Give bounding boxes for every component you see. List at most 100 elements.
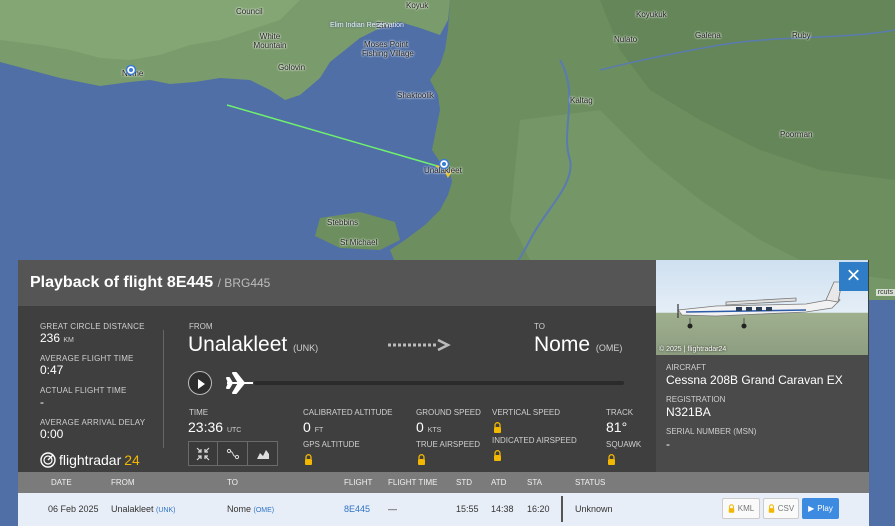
close-button[interactable]: × — [839, 262, 868, 291]
place-label: Nulato — [614, 35, 638, 44]
lock-icon — [728, 504, 734, 513]
route-arrow-icon — [388, 338, 451, 352]
avg-flight-time-value: 0:47 — [40, 363, 64, 377]
close-icon: × — [846, 262, 861, 289]
aircraft-label: AIRCRAFT — [666, 363, 706, 372]
avg-arrival-delay-value: 0:00 — [40, 427, 64, 441]
view-button-compress[interactable] — [188, 441, 218, 466]
time-value: 23:36 UTC — [188, 419, 241, 435]
col-from: FROM — [111, 478, 135, 487]
aircraft-info: AIRCRAFT Cessna 208B Grand Caravan EX RE… — [656, 355, 868, 472]
col-sta: STA — [527, 478, 542, 487]
csv-label: CSV — [777, 504, 795, 513]
place-label: Stebbins — [327, 218, 359, 227]
table-row[interactable]: 06 Feb 2025 Unalakleet (UNK) Nome (OME) … — [18, 493, 869, 526]
row-from[interactable]: Unalakleet (UNK) — [111, 504, 176, 514]
calibrated-altitude-number: 0 — [303, 419, 311, 435]
place-label: Shaktoolik — [397, 91, 434, 100]
logo-number: 24 — [124, 452, 140, 468]
flight-title: Playback of flight 8E445 — [30, 274, 214, 291]
row-from-city: Unalakleet — [111, 504, 154, 514]
ground-speed-label: GROUND SPEED — [416, 408, 481, 417]
ground-speed-number: 0 — [416, 419, 424, 435]
place-label: White Mountain — [253, 32, 287, 50]
place-label: Poorman — [780, 130, 813, 139]
row-std: 15:55 — [456, 504, 479, 514]
to-airport[interactable]: Nome (OME) — [534, 333, 622, 357]
row-atd: 14:38 — [491, 504, 514, 514]
col-atd: ATD — [491, 478, 507, 487]
col-date: DATE — [51, 478, 72, 487]
play-button[interactable] — [188, 371, 212, 395]
from-code: (UNK) — [293, 343, 319, 353]
view-toggle-group — [188, 441, 280, 466]
avg-flight-time-label: AVERAGE FLIGHT TIME — [40, 354, 134, 363]
vertical-speed-label: VERTICAL SPEED — [492, 408, 561, 417]
playback-timeline[interactable] — [254, 381, 624, 385]
place-label: Fishing Village — [362, 49, 414, 58]
great-circle-number: 236 — [40, 331, 61, 345]
aircraft-photo[interactable]: © 2025 | flightradar24 — [656, 260, 868, 355]
kml-button[interactable]: KML — [722, 498, 760, 519]
airport-pin-icon[interactable] — [438, 158, 450, 170]
page-title: Playback of flight 8E445 / BRG445 — [30, 274, 270, 292]
radar-icon — [40, 452, 56, 468]
compress-icon — [196, 447, 210, 460]
lock-icon — [494, 422, 501, 433]
csv-button[interactable]: CSV — [763, 498, 799, 519]
gps-altitude-label: GPS ALTITUDE — [303, 440, 360, 449]
row-to-city: Nome — [227, 504, 252, 514]
kml-label: KML — [737, 504, 755, 513]
track-label: TRACK — [606, 408, 634, 417]
status-indicator — [561, 496, 563, 522]
map-attribution[interactable]: rcuts — [875, 289, 895, 296]
track-value: 81° — [606, 419, 628, 435]
from-label: FROM — [189, 322, 213, 331]
ground-speed-unit: KTS — [427, 427, 442, 434]
col-flight-time: FLIGHT TIME — [388, 478, 438, 487]
great-circle-label: GREAT CIRCLE DISTANCE — [40, 322, 145, 331]
place-label: St Michael — [340, 238, 378, 247]
flight-map[interactable]: Koyuk Koyukuk Council Elim Elim Indian R… — [0, 0, 895, 300]
play-icon: ▶ — [808, 504, 815, 513]
view-button-route[interactable] — [218, 441, 248, 466]
great-circle-unit: KM — [63, 337, 74, 344]
col-flight: FLIGHT — [344, 478, 373, 487]
to-code: (OME) — [595, 343, 623, 353]
place-label: Kaltag — [570, 96, 593, 105]
divider — [163, 330, 164, 448]
indicated-airspeed-label: INDICATED AIRSPEED — [492, 436, 577, 445]
route-icon — [226, 448, 239, 459]
row-to[interactable]: Nome (OME) — [227, 504, 274, 514]
calibrated-altitude-unit: FT — [314, 427, 324, 434]
from-airport[interactable]: Unalakleet (UNK) — [188, 333, 318, 357]
place-label: Elim Indian Reservation — [330, 22, 404, 29]
registration-value[interactable]: N321BA — [666, 405, 711, 419]
actual-flight-time-value: - — [40, 395, 44, 409]
panel-header: Playback of flight 8E445 / BRG445 — [18, 260, 656, 306]
view-button-graph[interactable] — [248, 441, 278, 466]
ground-speed-value: 0 KTS — [416, 419, 441, 435]
airport-pin-icon[interactable] — [125, 64, 137, 76]
col-to: TO — [227, 478, 238, 487]
flightradar24-logo: flightradar 24 — [40, 452, 140, 468]
place-label: Moses Point — [364, 40, 409, 49]
lock-icon — [418, 454, 425, 465]
place-label: Council — [236, 7, 263, 16]
row-play-button[interactable]: ▶ Play — [802, 498, 839, 519]
row-date: 06 Feb 2025 — [48, 504, 99, 514]
lock-icon — [768, 504, 774, 513]
row-flight-time: — — [388, 504, 397, 514]
to-city: Nome — [534, 333, 591, 356]
lock-icon — [608, 454, 615, 465]
true-airspeed-label: TRUE AIRSPEED — [416, 440, 481, 449]
serial-label: SERIAL NUMBER (MSN) — [666, 427, 757, 436]
row-sta: 16:20 — [527, 504, 550, 514]
to-label: TO — [534, 322, 545, 331]
playback-panel: Playback of flight 8E445 / BRG445 × GREA… — [18, 260, 869, 526]
time-label: TIME — [189, 408, 209, 417]
row-flight-link[interactable]: 8E445 — [344, 504, 370, 514]
col-status: STATUS — [575, 478, 606, 487]
callsign-label: / BRG445 — [217, 276, 271, 290]
row-from-code: (UNK) — [156, 507, 176, 514]
